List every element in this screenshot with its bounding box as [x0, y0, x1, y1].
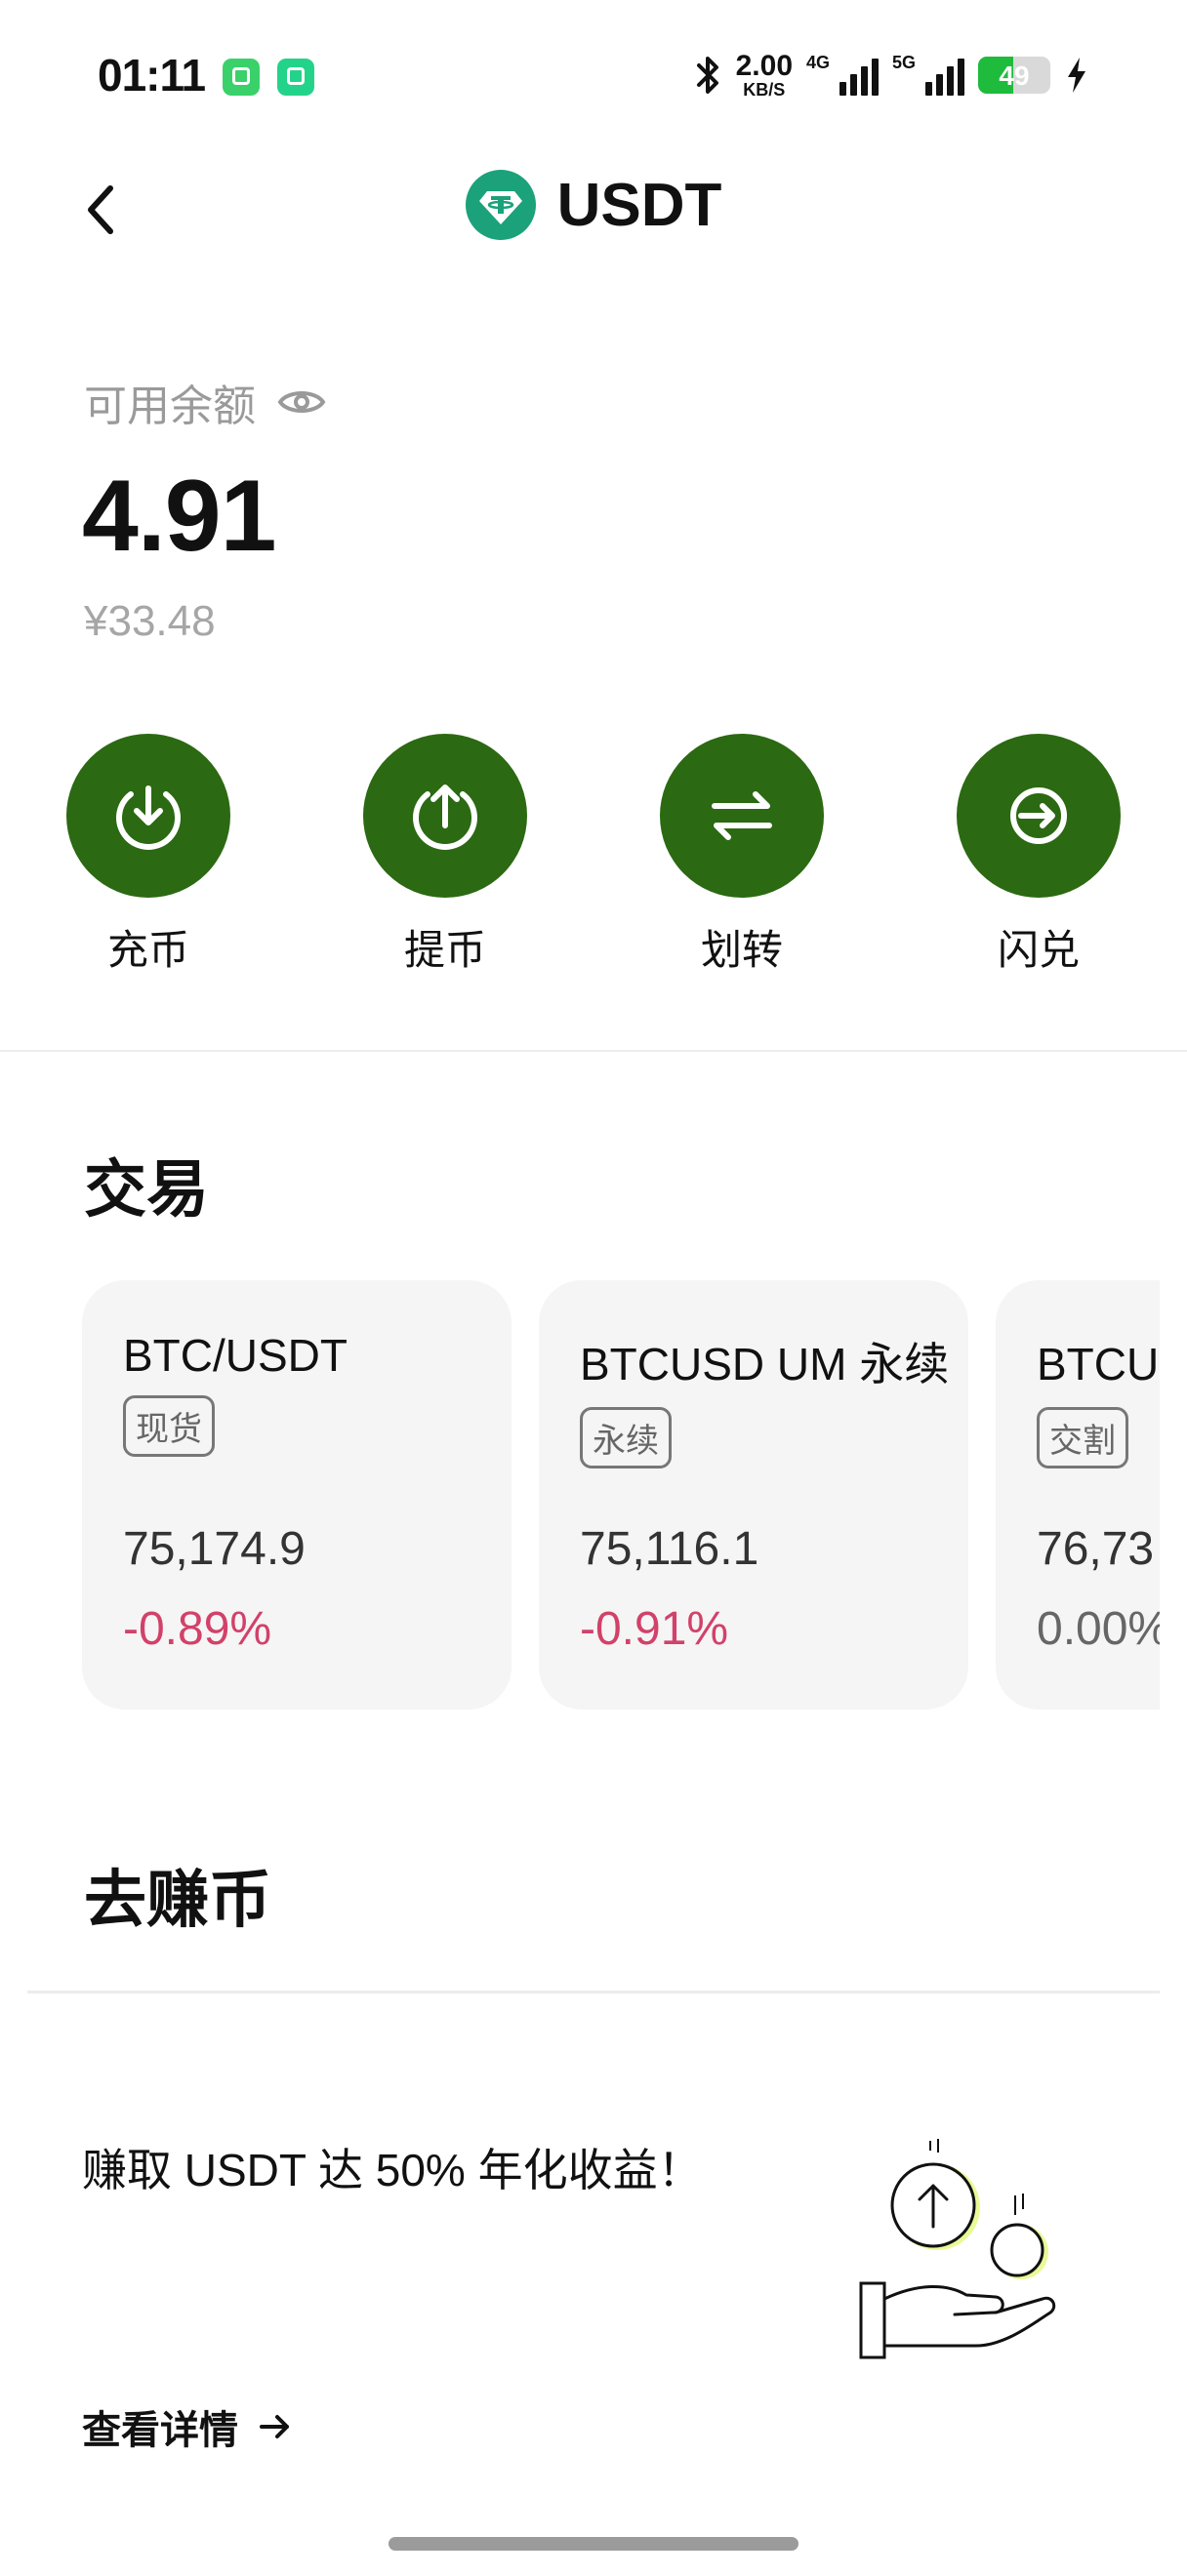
- arrow-right-icon: [260, 2415, 289, 2438]
- earn-promo-text: 赚取 USDT 达 50% 年化收益！: [82, 2145, 703, 2195]
- deposit-icon: [116, 785, 181, 850]
- header: USDT: [0, 156, 1187, 263]
- trade-card-btc-usdt[interactable]: BTC/USDT 现货 75,174.9 -0.89%: [82, 1280, 512, 1710]
- section-divider: [27, 1991, 1160, 1993]
- balance-value: 4.91: [82, 460, 276, 573]
- eye-icon[interactable]: [277, 385, 326, 419]
- battery-app-icon: [277, 59, 314, 96]
- section-divider: [0, 1050, 1187, 1052]
- card-price: 76,73: [1037, 1523, 1155, 1575]
- withdraw-icon: [413, 785, 477, 850]
- signal-icon: 5G: [892, 53, 964, 96]
- coins-hand-illustration: [859, 2139, 1056, 2359]
- view-details-link[interactable]: 查看详情: [82, 2398, 293, 2455]
- signal-label-4g: 4G: [806, 53, 831, 72]
- deposit-label: 充币: [106, 927, 189, 973]
- message-app-icon: [223, 59, 260, 96]
- balance-fiat-value: ¥33.48: [84, 597, 216, 645]
- card-price: 75,174.9: [123, 1523, 306, 1575]
- title-group: USDT: [0, 170, 1187, 240]
- card-price: 75,116.1: [580, 1523, 759, 1575]
- bluetooth-icon: [696, 57, 718, 94]
- convert-circle[interactable]: [957, 734, 1121, 898]
- status-bar: 01:11 2.00 KB/S 4G 5G 49: [0, 0, 1187, 156]
- battery-icon: 49: [978, 57, 1050, 94]
- signal-icon: 4G: [806, 53, 879, 96]
- page-title: USDT: [556, 171, 722, 239]
- balance-label-row: 可用余额: [84, 371, 326, 433]
- card-change: -0.91%: [580, 1603, 729, 1655]
- card-pair: BTCUSD UM 永续: [580, 1339, 950, 1389]
- charging-icon: [1068, 58, 1085, 93]
- battery-level: 49: [999, 60, 1030, 91]
- withdraw-button[interactable]: 提币: [357, 734, 533, 977]
- card-tag: 交割: [1037, 1407, 1128, 1469]
- signal-label-5g: 5G: [892, 53, 917, 72]
- deposit-circle[interactable]: [66, 734, 230, 898]
- earn-section-title: 去赚币: [84, 1865, 271, 1935]
- withdraw-label: 提币: [403, 927, 486, 973]
- convert-button[interactable]: 闪兑: [951, 734, 1126, 977]
- net-speed-unit: KB/S: [743, 80, 786, 100]
- card-pair: BTC/USDT: [123, 1330, 348, 1381]
- trade-cards-track: BTC/USDT 现货 75,174.9 -0.89% BTCUSD UM 永续…: [82, 1280, 1160, 1710]
- deposit-button[interactable]: 充币: [61, 734, 236, 977]
- transfer-icon: [712, 791, 772, 840]
- transfer-label: 划转: [700, 927, 783, 973]
- withdraw-circle[interactable]: [363, 734, 527, 898]
- action-row: 充币 提币 划转 闪兑: [0, 734, 1187, 978]
- net-speed: 2.00 KB/S: [735, 50, 793, 100]
- card-change: 0.00%: [1037, 1603, 1160, 1655]
- card-change: -0.89%: [123, 1603, 272, 1655]
- home-indicator[interactable]: [389, 2537, 798, 2551]
- trade-cards-carousel[interactable]: BTC/USDT 现货 75,174.9 -0.89% BTCUSD UM 永续…: [82, 1280, 1160, 1710]
- transfer-circle[interactable]: [660, 734, 824, 898]
- status-time: 01:11: [98, 50, 206, 101]
- balance-label: 可用余额: [84, 382, 256, 430]
- card-tag: 现货: [123, 1395, 215, 1457]
- status-indicators: 2.00 KB/S 4G 5G 49: [693, 51, 1089, 100]
- convert-icon: [1010, 787, 1067, 844]
- net-speed-value: 2.00: [735, 50, 793, 82]
- tether-logo-icon: [465, 170, 536, 240]
- trade-section-title: 交易: [84, 1154, 209, 1225]
- view-details-label: 查看详情: [82, 2409, 238, 2452]
- trade-card-btcusd-futures[interactable]: BTCUSD UM 交割 交割 76,73 0.00%: [996, 1280, 1160, 1710]
- card-pair: BTCUSD UM 交割: [1037, 1339, 1160, 1389]
- convert-label: 闪兑: [997, 927, 1080, 973]
- trade-card-btcusd-perp[interactable]: BTCUSD UM 永续 永续 75,116.1 -0.91%: [539, 1280, 968, 1710]
- transfer-button[interactable]: 划转: [654, 734, 830, 977]
- card-tag: 永续: [580, 1407, 672, 1469]
